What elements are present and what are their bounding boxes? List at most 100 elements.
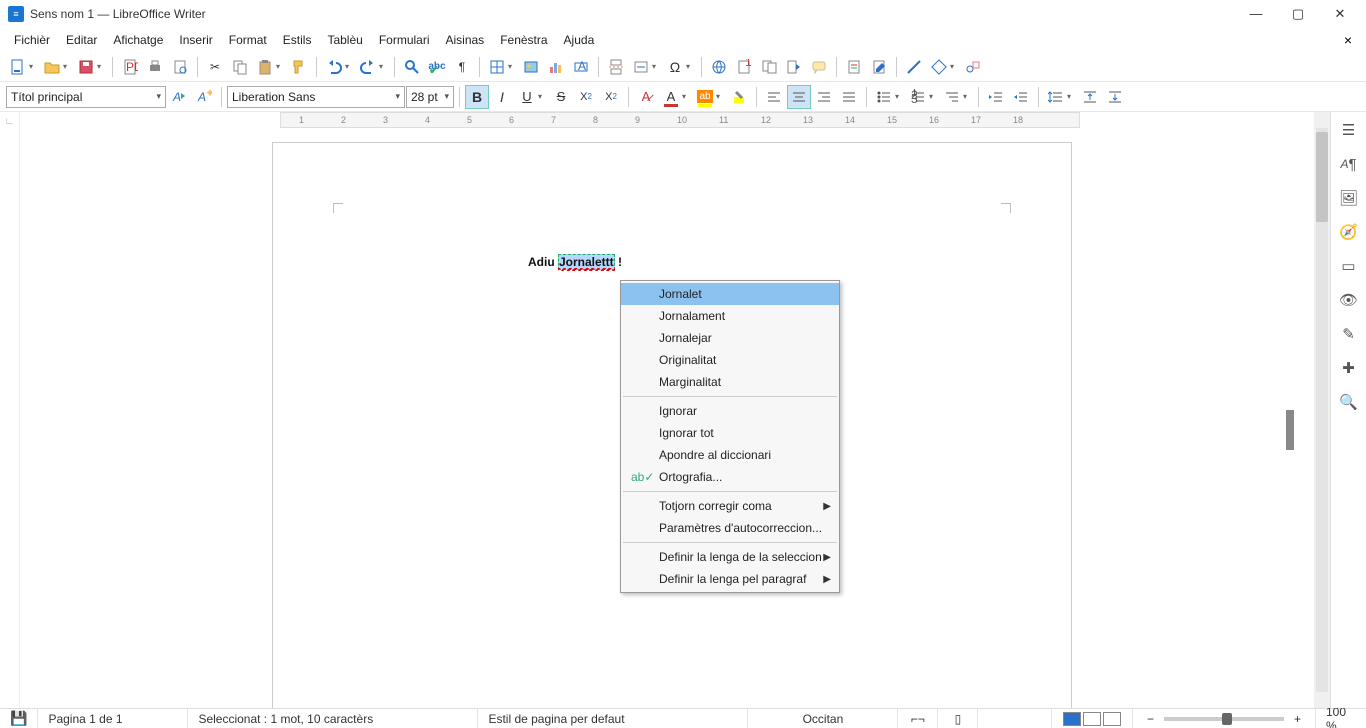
underline-button[interactable]: U [515,85,539,109]
print-button[interactable] [143,55,167,79]
paste-button[interactable] [253,55,277,79]
open-dropdown[interactable]: ▾ [63,62,71,71]
minimize-button[interactable]: — [1244,6,1268,22]
insert-chart-button[interactable] [544,55,568,79]
ignore-item[interactable]: Ignorar [621,400,839,422]
suggestion-item[interactable]: Jornalament [621,305,839,327]
open-button[interactable] [40,55,64,79]
insert-bookmark-button[interactable] [757,55,781,79]
outline-dropdown[interactable]: ▾ [963,92,971,101]
status-save-icon[interactable]: 💾 [0,709,38,728]
menu-formulari[interactable]: Formulari [371,31,438,49]
status-zoom-value[interactable]: 100 % [1316,709,1366,728]
paste-dropdown[interactable]: ▾ [276,62,284,71]
menu-tableu[interactable]: Tablèu [319,31,370,49]
increase-indent-button[interactable] [984,85,1008,109]
line-spacing-button[interactable] [1044,85,1068,109]
number-dropdown[interactable]: ▾ [929,92,937,101]
basic-shapes-button[interactable] [927,55,951,79]
cut-button[interactable]: ✂ [203,55,227,79]
sidebar-collapse-handle[interactable] [1286,410,1294,450]
save-dropdown[interactable]: ▾ [97,62,105,71]
always-correct-item[interactable]: Totjorn corregir coma▶ [621,495,839,517]
suggestion-item[interactable]: Originalitat [621,349,839,371]
clone-format-button[interactable] [287,55,311,79]
add-to-dictionary-item[interactable]: Apondre al diccionari [621,444,839,466]
justify-button[interactable] [837,85,861,109]
field-dropdown[interactable]: ▾ [652,62,660,71]
zoom-in-button[interactable]: + [1290,712,1305,726]
shapes-dropdown[interactable]: ▾ [950,62,958,71]
bold-button[interactable]: B [465,85,489,109]
sidebar-gallery-icon[interactable]: 🖼 [1337,186,1361,210]
maximize-button[interactable]: ▢ [1286,6,1310,22]
clear-format-button[interactable]: A̷ [634,85,658,109]
number-list-button[interactable]: 123 [906,85,930,109]
redo-button[interactable] [356,55,380,79]
insert-footnote-button[interactable]: 1 [732,55,756,79]
para-spacing-dec-button[interactable] [1103,85,1127,109]
spelling-item[interactable]: ab✓Ortografia... [621,466,839,488]
status-insert-mode[interactable]: ⌐¬ [898,709,938,728]
set-language-paragraph-item[interactable]: Definir la lenga pel paragraf▶ [621,568,839,590]
highlight-button[interactable]: ab [693,85,717,109]
decrease-indent-button[interactable] [1009,85,1033,109]
insert-textbox-button[interactable]: A [569,55,593,79]
horizontal-ruler[interactable]: 123456789101112131415161718 [40,112,1294,132]
view-single-button[interactable] [1063,712,1081,726]
export-pdf-button[interactable]: PDF [118,55,142,79]
menu-aisinas[interactable]: Aisinas [438,31,493,49]
autocorrect-options-item[interactable]: Paramètres d'autocorreccion... [621,517,839,539]
status-page-style[interactable]: Estil de pagina per defaut [478,709,748,728]
view-book-button[interactable] [1103,712,1121,726]
menu-afichatge[interactable]: Afichatge [105,31,171,49]
insert-crossref-button[interactable] [782,55,806,79]
para-spacing-inc-button[interactable] [1078,85,1102,109]
status-selection-mode[interactable]: ▯ [938,709,978,728]
new-doc-dropdown[interactable]: ▾ [29,62,37,71]
print-preview-button[interactable] [168,55,192,79]
view-multi-button[interactable] [1083,712,1101,726]
sidebar-manage-changes-icon[interactable]: ✎ [1337,322,1361,346]
align-left-button[interactable] [762,85,786,109]
table-dropdown[interactable]: ▾ [508,62,516,71]
bullet-dropdown[interactable]: ▾ [895,92,903,101]
suggestion-item[interactable]: Jornalet [621,283,839,305]
redo-dropdown[interactable]: ▾ [379,62,387,71]
close-button[interactable]: ✕ [1328,6,1352,22]
outline-list-button[interactable] [940,85,964,109]
menu-estils[interactable]: Estils [275,31,320,49]
zoom-out-button[interactable]: − [1143,712,1158,726]
suggestion-item[interactable]: Marginalitat [621,371,839,393]
zoom-slider[interactable] [1164,717,1284,721]
sidebar-inspector-icon[interactable]: 👁 [1337,288,1361,312]
font-color-button[interactable]: A [659,85,683,109]
menu-fichier[interactable]: Fichièr [6,31,58,49]
spellcheck-button[interactable]: abc✔ [425,55,449,79]
menu-format[interactable]: Format [221,31,275,49]
sidebar-find-icon[interactable]: 🔍 [1337,390,1361,414]
sidebar-page-icon[interactable]: ▭ [1337,254,1361,278]
menu-editar[interactable]: Editar [58,31,105,49]
update-style-button[interactable]: A [167,85,191,109]
strikethrough-button[interactable]: S [549,85,573,109]
insert-table-button[interactable] [485,55,509,79]
sidebar-accessibility-icon[interactable]: ✚ [1337,356,1361,380]
close-document-button[interactable]: × [1336,32,1360,48]
ignore-all-item[interactable]: Ignorar tot [621,422,839,444]
insert-comment-button[interactable] [807,55,831,79]
align-right-button[interactable] [812,85,836,109]
bullet-list-button[interactable] [872,85,896,109]
suggestion-item[interactable]: Jornalejar [621,327,839,349]
new-style-button[interactable]: A✦ [192,85,216,109]
show-draw-button[interactable] [961,55,985,79]
document-area[interactable]: 123456789101112131415161718 Adiu Jornale… [20,112,1330,708]
menu-inserir[interactable]: Inserir [171,31,220,49]
vertical-scrollbar[interactable] [1314,112,1330,708]
status-language[interactable]: Occitan [748,709,898,728]
menu-ajuda[interactable]: Ajuda [556,31,603,49]
symbol-dropdown[interactable]: ▾ [686,62,694,71]
subscript-button[interactable]: X2 [599,85,623,109]
font-name-combo[interactable]: Liberation Sans▾ [227,86,405,108]
document-heading[interactable]: Adiu Jornalettt ! [528,233,622,275]
